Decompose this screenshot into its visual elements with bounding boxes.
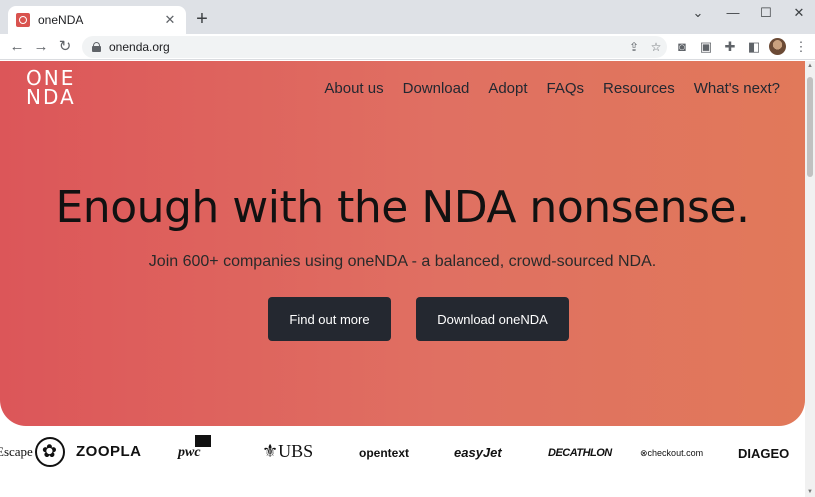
minimize-button[interactable]: — xyxy=(718,5,748,20)
ubs-logo-text: UBS xyxy=(278,441,314,461)
tab-title: oneNDA xyxy=(38,13,84,27)
opentext-logo: opentext xyxy=(359,446,410,460)
url-text[interactable]: onenda.org xyxy=(109,40,623,54)
camera-extension-icon[interactable]: ◙ xyxy=(674,39,690,55)
checkout-logo: ⊗checkout.com xyxy=(640,448,703,459)
download-onenda-button[interactable]: Download oneNDA xyxy=(416,297,569,341)
share-icon[interactable]: ⇪ xyxy=(623,40,645,54)
nav-resources[interactable]: Resources xyxy=(603,80,675,97)
find-out-more-button[interactable]: Find out more xyxy=(268,297,391,341)
back-arrow-icon[interactable]: ← xyxy=(7,37,27,57)
ubs-keys-icon: ⚜ xyxy=(262,441,279,461)
logo-line-nda: NDA xyxy=(26,85,76,109)
main-nav: About us Download Adopt FAQs Resources W… xyxy=(305,80,780,97)
page-viewport: ONE NDA About us Download Adopt FAQs Res… xyxy=(0,61,805,497)
escape-logo: Escape xyxy=(0,437,65,467)
pwc-logo: pwc xyxy=(178,445,201,460)
checkout-logo-text: checkout.com xyxy=(647,448,704,458)
profile-avatar[interactable] xyxy=(769,38,786,55)
nav-faqs[interactable]: FAQs xyxy=(547,80,585,97)
side-panel-icon[interactable]: ◧ xyxy=(746,39,762,55)
scroll-down-arrow-icon[interactable]: ▼ xyxy=(806,489,814,495)
onenda-favicon-icon xyxy=(16,13,30,27)
nav-adopt[interactable]: Adopt xyxy=(488,80,527,97)
extensions-puzzle-icon[interactable]: ✚ xyxy=(722,39,738,55)
ubs-logo: ⚜UBS xyxy=(262,441,313,462)
nav-download[interactable]: Download xyxy=(403,80,470,97)
nav-whats-next[interactable]: What's next? xyxy=(694,80,780,97)
scroll-up-arrow-icon[interactable]: ▲ xyxy=(806,63,814,69)
checkout-mark-icon: ⊗ xyxy=(640,448,648,458)
new-tab-button[interactable]: + xyxy=(192,9,212,29)
maximize-button[interactable]: ☐ xyxy=(751,5,781,21)
tab-search-chevron-icon[interactable]: ⌄ xyxy=(683,5,713,21)
browser-toolbar: ← → ↻ onenda.org ⇪ ☆ ◙ ▣ ✚ ◧ ⋮ xyxy=(0,34,815,60)
close-window-button[interactable]: ✕ xyxy=(784,5,814,21)
browser-tab-strip: oneNDA ✕ + ⌄ — ☐ ✕ xyxy=(0,0,815,34)
page-scrollbar[interactable]: ▲ ▼ xyxy=(805,61,815,497)
address-bar[interactable]: onenda.org ⇪ ☆ xyxy=(82,36,667,58)
nav-about-us[interactable]: About us xyxy=(324,80,383,97)
escape-logo-text: Escape xyxy=(0,444,33,459)
onenda-logo[interactable]: ONE NDA xyxy=(26,68,76,109)
scrollbar-thumb[interactable] xyxy=(807,77,813,177)
hero-section: ONE NDA About us Download Adopt FAQs Res… xyxy=(0,61,805,426)
kebab-menu-icon[interactable]: ⋮ xyxy=(793,39,809,55)
browser-tab[interactable]: oneNDA ✕ xyxy=(8,6,186,34)
hero-headline: Enough with the NDA nonsense. xyxy=(55,182,751,233)
zoopla-logo: ZOOPLA xyxy=(76,443,142,460)
easyjet-logo: easyJet xyxy=(454,445,502,460)
diageo-logo: DIAGEO xyxy=(738,446,790,461)
bookmark-star-icon[interactable]: ☆ xyxy=(645,40,667,54)
reload-icon[interactable]: ↻ xyxy=(55,37,75,57)
hero-subheading: Join 600+ companies using oneNDA - a bal… xyxy=(148,253,657,270)
customer-logo-strip: Escape ZOOPLA pwc ⚜UBS opentext easyJet … xyxy=(0,435,805,475)
tab-close-icon[interactable]: ✕ xyxy=(162,12,178,28)
decathlon-logo: DECATHLON xyxy=(548,447,612,459)
gear-icon xyxy=(34,437,65,467)
forward-arrow-icon[interactable]: → xyxy=(31,37,51,57)
lock-icon[interactable] xyxy=(92,42,101,52)
extension-square-icon[interactable]: ▣ xyxy=(698,39,714,55)
